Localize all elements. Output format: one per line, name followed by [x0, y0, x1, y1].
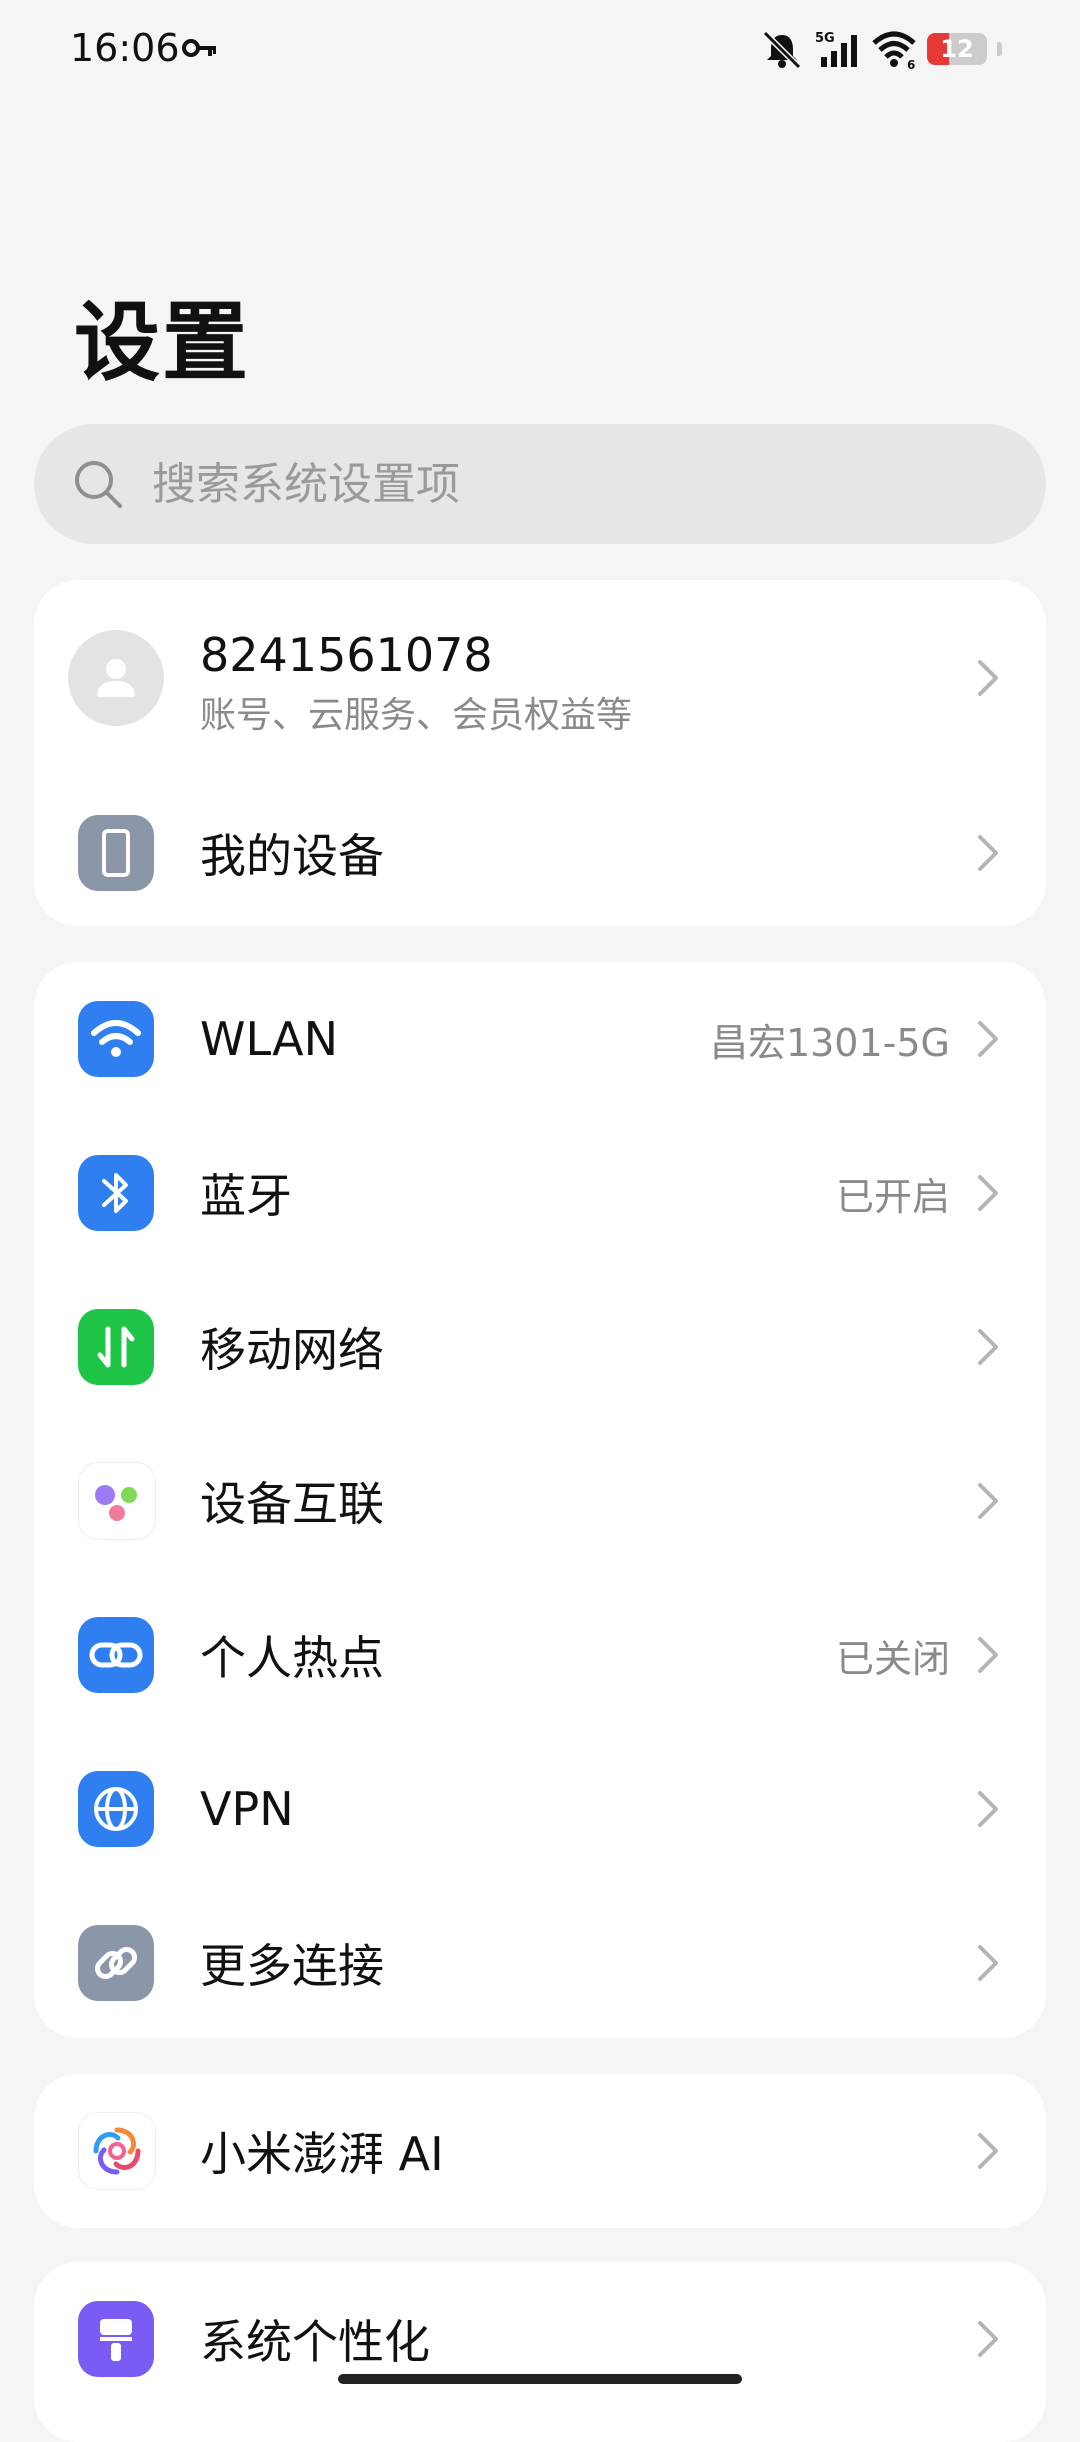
mobile-data-icon	[78, 1309, 154, 1385]
chevron-right-icon	[978, 1791, 998, 1827]
device-interconnect-row[interactable]: 设备互联	[34, 1424, 1046, 1578]
bluetooth-value: 已开启	[835, 1174, 950, 1219]
account-subtitle: 账号、云服务、会员权益等	[200, 695, 633, 736]
chevron-right-icon	[978, 1945, 998, 1981]
chevron-right-icon	[978, 1175, 998, 1211]
hotspot-link-icon	[78, 1617, 154, 1693]
personalize-row[interactable]: 系统个性化	[34, 2262, 1046, 2416]
wifi-status-icon: 6	[872, 31, 916, 69]
device-interconnect-label: 设备互联	[200, 1477, 384, 1531]
link-icon	[78, 1925, 154, 2001]
avatar	[68, 630, 164, 726]
battery-level: 12	[940, 35, 974, 63]
wifi-icon	[78, 1001, 154, 1077]
globe-icon	[78, 1771, 154, 1847]
interconnect-icon	[78, 1462, 156, 1540]
person-icon	[97, 659, 135, 697]
chevron-right-icon	[978, 835, 998, 871]
hyperai-swirl-icon	[78, 2112, 156, 2190]
search-bar[interactable]	[34, 424, 1046, 544]
vpn-row[interactable]: VPN	[34, 1732, 1046, 1886]
search-input[interactable]	[150, 457, 1046, 511]
chevron-right-icon	[978, 1021, 998, 1057]
device-icon	[78, 815, 154, 891]
cellular-signal-icon: 5G	[815, 31, 857, 67]
more-connections-row[interactable]: 更多连接	[34, 1886, 1046, 2038]
hotspot-value: 已关闭	[835, 1636, 950, 1681]
page-title: 设置	[74, 293, 250, 393]
account-card: 8241561078 账号、云服务、会员权益等 我的设备	[34, 580, 1046, 926]
home-indicator[interactable]	[338, 2374, 742, 2384]
status-icons: 5G 6 12	[759, 26, 1002, 72]
hotspot-row[interactable]: 个人热点 已关闭	[34, 1578, 1046, 1732]
bluetooth-row[interactable]: 蓝牙 已开启	[34, 1116, 1046, 1270]
network-type-text: 5G	[815, 31, 835, 46]
chevron-right-icon	[978, 660, 998, 696]
chevron-right-icon	[978, 1483, 998, 1519]
status-time: 16:06	[70, 26, 180, 70]
account-name: 8241561078	[200, 628, 493, 682]
more-connections-label: 更多连接	[200, 1939, 384, 1993]
status-bar: 16:06 5G 6 12	[0, 0, 1080, 100]
battery-indicator: 12	[927, 33, 987, 65]
account-row[interactable]: 8241561078 账号、云服务、会员权益等	[34, 580, 1046, 776]
paint-brush-icon	[78, 2301, 154, 2377]
xiaomi-ai-row[interactable]: 小米澎湃 AI	[34, 2074, 1046, 2228]
chevron-right-icon	[978, 2133, 998, 2169]
connections-card: WLAN 昌宏1301-5G 蓝牙 已开启 移动网络 设备互联 个人热点 已关闭…	[34, 962, 1046, 2038]
mobile-network-label: 移动网络	[200, 1323, 384, 1377]
wlan-label: WLAN	[200, 1012, 339, 1066]
ai-card: 小米澎湃 AI	[34, 2074, 1046, 2228]
chevron-right-icon	[978, 2321, 998, 2357]
vpn-key-icon	[182, 39, 216, 57]
my-devices-label: 我的设备	[200, 829, 384, 883]
xiaomi-ai-label: 小米澎湃 AI	[200, 2127, 444, 2181]
search-icon	[75, 461, 122, 508]
chevron-right-icon	[978, 1637, 998, 1673]
wlan-value: 昌宏1301-5G	[709, 1020, 950, 1065]
bluetooth-label: 蓝牙	[200, 1169, 292, 1223]
silent-bell-icon	[762, 30, 802, 69]
wlan-row[interactable]: WLAN 昌宏1301-5G	[34, 962, 1046, 1116]
bluetooth-icon	[78, 1155, 154, 1231]
mobile-network-row[interactable]: 移动网络	[34, 1270, 1046, 1424]
hotspot-label: 个人热点	[200, 1631, 384, 1685]
personalize-label: 系统个性化	[200, 2315, 430, 2369]
my-devices-row[interactable]: 我的设备	[34, 776, 1046, 926]
personalize-card: 系统个性化	[34, 2262, 1046, 2442]
svg-text:6: 6	[907, 58, 915, 69]
vpn-label: VPN	[200, 1782, 294, 1836]
chevron-right-icon	[978, 1329, 998, 1365]
